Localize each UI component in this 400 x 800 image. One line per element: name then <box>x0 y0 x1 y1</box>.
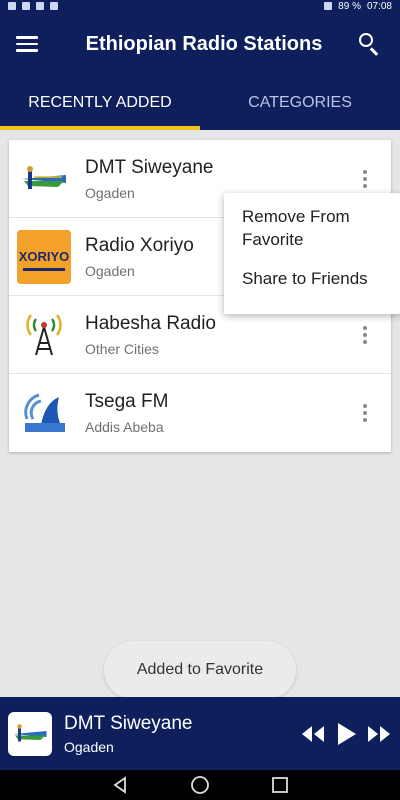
back-icon[interactable] <box>105 770 135 800</box>
station-item-tsega-fm[interactable]: Tsega FM Addis Abeba <box>9 374 391 452</box>
mini-player[interactable]: DMT Siweyane Ogaden <box>0 697 400 770</box>
more-options-icon[interactable] <box>355 164 375 194</box>
status-icons-left <box>8 2 58 10</box>
tab-categories[interactable]: CATEGORIES <box>200 76 400 130</box>
status-icons-right: 89 % 07:08 <box>324 1 392 12</box>
toast-message: Added to Favorite <box>104 641 296 699</box>
player-subtitle: Ogaden <box>64 738 114 755</box>
dmt-logo-icon <box>17 152 71 206</box>
remove-from-favorite-item[interactable]: Remove From Favorite <box>224 205 400 251</box>
eye-icon <box>324 2 333 10</box>
more-options-icon[interactable] <box>355 320 375 350</box>
station-options-menu: Remove From Favorite Share to Friends <box>224 193 400 314</box>
svg-text:XORIYO: XORIYO <box>19 249 70 264</box>
notification-icon <box>22 2 30 10</box>
clock: 07:08 <box>366 0 392 12</box>
search-icon[interactable] <box>356 30 384 58</box>
tab-recently-added[interactable]: RECENTLY ADDED <box>0 76 200 130</box>
fast-forward-icon[interactable] <box>366 724 392 744</box>
toolbar: Ethiopian Radio Stations <box>0 12 400 76</box>
app-bar: Ethiopian Radio Stations RECENTLY ADDED … <box>0 12 400 130</box>
play-icon[interactable] <box>334 721 358 747</box>
station-name: Habesha Radio <box>85 312 216 334</box>
signal-icon <box>36 2 44 10</box>
menu-icon[interactable] <box>16 30 44 58</box>
more-options-icon[interactable] <box>355 398 375 428</box>
tsega-fm-logo-icon <box>17 386 71 440</box>
station-name: DMT Siweyane <box>85 156 214 178</box>
radio-tower-icon <box>17 308 71 362</box>
station-location: Addis Abeba <box>85 419 164 435</box>
station-name: Tsega FM <box>85 391 169 412</box>
system-nav-bar <box>0 770 400 800</box>
home-icon[interactable] <box>185 770 215 800</box>
notification-icon <box>8 2 16 10</box>
rewind-icon[interactable] <box>300 724 326 744</box>
player-title: DMT Siweyane <box>64 712 193 734</box>
radio-xoriyo-logo-icon: XORIYO <box>17 229 71 284</box>
tab-bar: RECENTLY ADDED CATEGORIES <box>0 76 400 130</box>
battery-level: 89 % <box>338 0 361 12</box>
share-to-friends-item[interactable]: Share to Friends <box>224 267 400 290</box>
station-location: Other Cities <box>85 340 159 357</box>
recents-icon[interactable] <box>265 770 295 800</box>
status-bar: 89 % 07:08 <box>0 0 400 12</box>
player-controls <box>300 721 392 747</box>
wifi-icon <box>50 2 58 10</box>
player-station-logo-icon <box>8 711 52 756</box>
app-title: Ethiopian Radio Stations <box>85 32 323 55</box>
